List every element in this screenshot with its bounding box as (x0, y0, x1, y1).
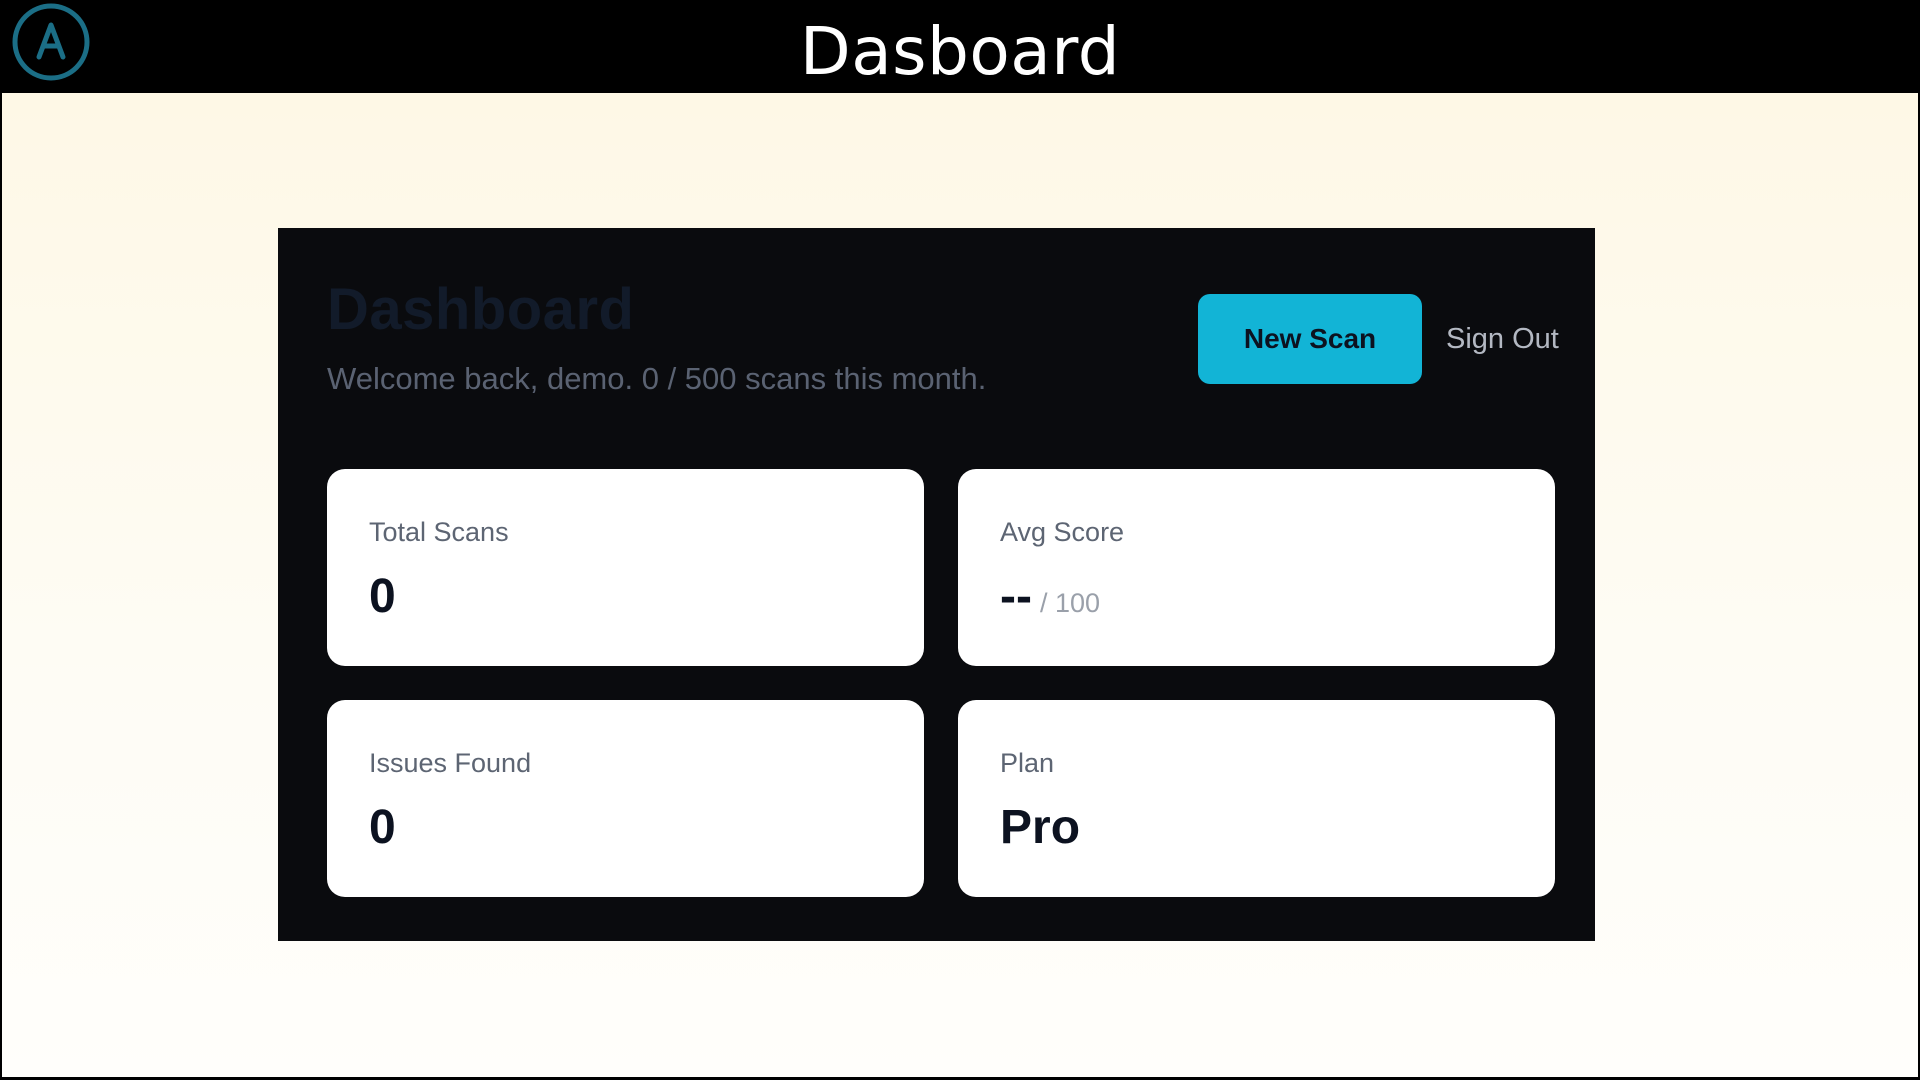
window-title: Dasboard (799, 13, 1121, 90)
total-scans-label: Total Scans (369, 517, 509, 547)
issues-found-value: 0 (369, 801, 396, 854)
plan-value: Pro (1000, 801, 1081, 854)
top-bar: Dasboard (0, 0, 1920, 93)
avg-score-suffix: / 100 (1039, 588, 1101, 618)
total-scans-value: 0 (369, 570, 396, 623)
avg-score-value-group: --/ 100 (1000, 569, 1100, 624)
sign-out-link[interactable]: Sign Out (1446, 294, 1559, 384)
page-title: Dashboard (327, 277, 635, 342)
page-background: Dashboard Welcome back, demo. 0 / 500 sc… (2, 93, 1918, 1077)
new-scan-button[interactable]: New Scan (1198, 294, 1422, 384)
total-scans-card: Total Scans 0 (327, 469, 924, 666)
plan-card: Plan Pro (958, 700, 1555, 897)
dashboard-panel: Dashboard Welcome back, demo. 0 / 500 sc… (278, 228, 1595, 941)
avg-score-label: Avg Score (1000, 517, 1125, 547)
plan-label: Plan (1000, 748, 1055, 778)
welcome-message: Welcome back, demo. 0 / 500 scans this m… (327, 361, 987, 396)
avg-score-card: Avg Score --/ 100 (958, 469, 1555, 666)
issues-found-card: Issues Found 0 (327, 700, 924, 897)
issues-found-label: Issues Found (369, 748, 532, 778)
avg-score-value: -- (1000, 570, 1032, 623)
